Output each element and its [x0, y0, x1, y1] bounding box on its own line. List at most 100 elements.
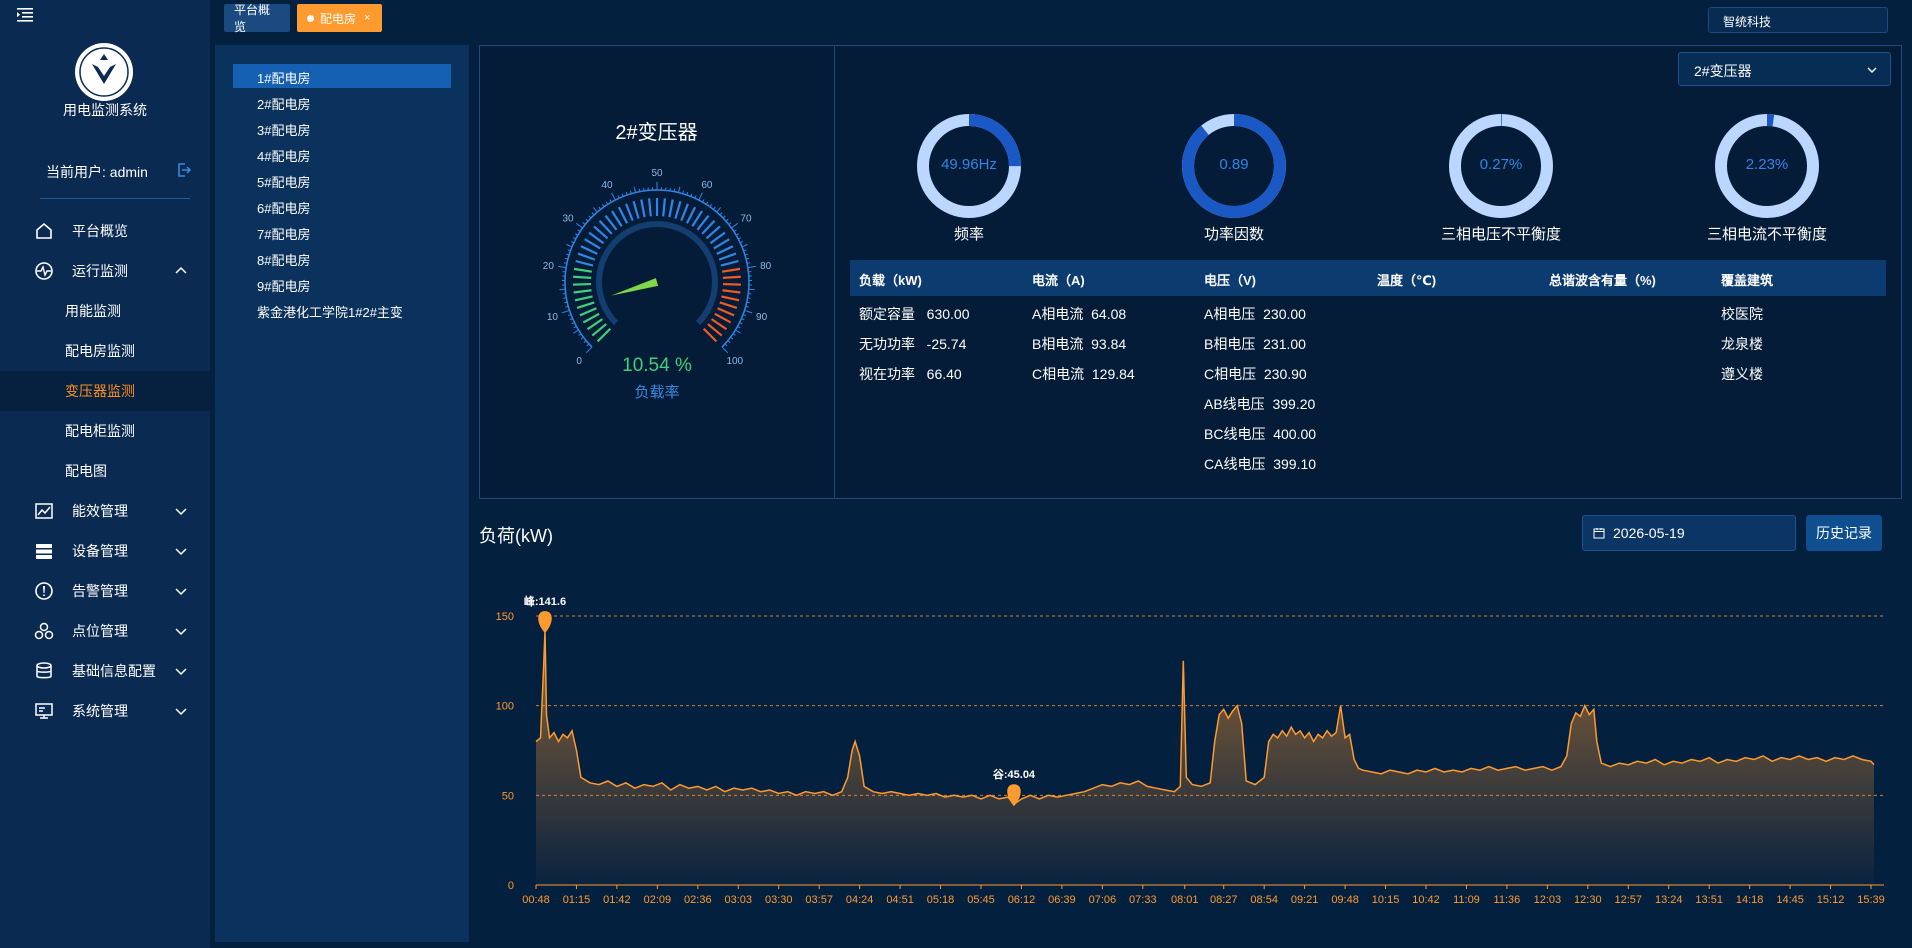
x-tick-label: 12:30 [1574, 894, 1602, 906]
th-temperature: 温度（℃) [1377, 273, 1437, 288]
x-tick-label: 05:45 [967, 894, 995, 906]
submenu-item-diagram[interactable]: 配电图 [0, 451, 210, 491]
gauge-tick [680, 203, 689, 222]
th-voltage: 电压（V) [1204, 273, 1257, 288]
voltage-bc: BC线电压 400.00 [1204, 426, 1317, 442]
gauge-tick [573, 289, 592, 294]
x-tick-label: 13:51 [1695, 894, 1723, 906]
gauge-tick [719, 301, 738, 310]
menu-item-device[interactable]: 设备管理 [0, 531, 210, 571]
date-picker[interactable]: 2026-05-19 [1582, 515, 1796, 551]
gauge-minor-tick [605, 201, 609, 205]
gauge-tick [611, 210, 623, 227]
current-a: A相电流 64.08 [1032, 306, 1127, 322]
gauge-minor-tick [712, 206, 716, 210]
room-item[interactable]: 5#配电房 [233, 168, 451, 192]
frequency-label: 频率 [953, 226, 984, 243]
gauge-minor-tick [733, 229, 737, 232]
submenu-item-energy[interactable]: 用能监测 [0, 291, 210, 331]
x-tick-label: 13:24 [1655, 894, 1683, 906]
voltage-a: A相电压 230.00 [1204, 306, 1306, 322]
history-button[interactable]: 历史记录 [1806, 515, 1882, 551]
gauge-tick-label: 80 [760, 261, 772, 272]
gauge-minor-tick [563, 262, 568, 264]
room-item[interactable]: 7#配电房 [233, 220, 451, 244]
menu-item-alarm[interactable]: 告警管理 [0, 571, 210, 611]
close-icon[interactable]: × [364, 12, 370, 24]
gauge-minor-tick [746, 262, 751, 264]
gauge-minor-tick [585, 346, 593, 354]
voltage-ca: CA线电压 399.10 [1204, 456, 1317, 472]
tab-room[interactable]: 配电房 × [297, 4, 382, 32]
x-tick-label: 15:12 [1817, 894, 1845, 906]
marker-label: 谷:45.04 [993, 767, 1036, 781]
tab-label: 平台概览 [234, 3, 271, 34]
gauge-minor-tick [573, 325, 577, 329]
chevron-up-icon [175, 266, 187, 274]
gauge-minor-tick [580, 336, 584, 340]
gauge-minor-tick [735, 329, 741, 334]
menu-item-monitoring[interactable]: 运行监测 [0, 251, 210, 291]
gauge-minor-tick [732, 333, 736, 336]
system-icon [35, 703, 53, 719]
room-item[interactable]: 紫金港化工学院1#2#主变 [233, 298, 451, 322]
gauge-tick [579, 307, 597, 317]
menu-item-system[interactable]: 系统管理 [0, 691, 210, 731]
gauge-needle [610, 278, 659, 296]
load-chart: 0 50 100 150 00:48 01:15 01:42 02:09 02:36 03:03 0… [496, 594, 1885, 906]
power-factor-label: 功率因数 [1203, 226, 1264, 243]
gauge-tick [573, 275, 592, 279]
room-item[interactable]: 9#配电房 [233, 272, 451, 296]
gauge-minor-tick [572, 237, 576, 240]
gauge-inner-arc [596, 221, 718, 326]
x-tick-label: 10:42 [1412, 894, 1440, 906]
gauge-minor-tick [740, 241, 744, 244]
gauge-minor-tick [563, 297, 567, 299]
menu-item-points[interactable]: 点位管理 [0, 611, 210, 651]
menu-toggle-icon[interactable] [16, 6, 34, 24]
gauge-minor-tick [709, 203, 713, 208]
transformer-select[interactable]: 2#变压器 [1678, 52, 1891, 86]
x-tick-label: 07:33 [1129, 894, 1157, 906]
submenu-item-cabinet[interactable]: 配电柜监测 [0, 411, 210, 451]
x-tick-label: 12:03 [1534, 894, 1562, 906]
gauge-tick [674, 201, 682, 219]
menu-label: 告警管理 [72, 583, 128, 599]
th-harmonics: 总谐波含有量（%) [1549, 273, 1656, 288]
gauge-minor-tick [571, 322, 575, 325]
voltage-ab: AB线电压 399.20 [1204, 396, 1316, 412]
room-item[interactable]: 2#配电房 [233, 90, 451, 114]
room-item[interactable]: 4#配电房 [233, 142, 451, 166]
panel-divider [834, 46, 835, 498]
logout-icon[interactable] [176, 162, 192, 178]
voltage-c: C相电压 230.90 [1204, 366, 1307, 382]
gauge-minor-tick [591, 212, 595, 216]
room-item[interactable]: 3#配电房 [233, 116, 451, 140]
gauge-tick [577, 252, 596, 261]
menu-item-base-config[interactable]: 基础信息配置 [0, 651, 210, 691]
submenu-item-room[interactable]: 配电房监测 [0, 331, 210, 371]
room-item[interactable]: 6#配电房 [233, 194, 451, 218]
chevron-down-icon [175, 588, 187, 596]
gauge-minor-tick [716, 207, 722, 213]
menu-item-overview[interactable]: 平台概览 [0, 211, 210, 251]
gauge-minor-tick [592, 207, 598, 213]
home-icon [36, 222, 52, 239]
gauge-tick [662, 198, 667, 217]
gauge-minor-tick [694, 195, 697, 199]
gauge-minor-tick [746, 301, 750, 304]
gauge-minor-tick [724, 343, 728, 347]
date-value: 2026-05-19 [1613, 525, 1685, 541]
tab-overview[interactable]: 平台概览 [224, 3, 290, 34]
gauge-minor-tick [727, 340, 731, 343]
x-tick-label: 14:45 [1776, 894, 1804, 906]
room-item[interactable]: 8#配电房 [233, 246, 451, 270]
system-title: 用电监测系统 [63, 102, 147, 118]
menu-label: 基础信息配置 [72, 663, 156, 679]
submenu-item-transformer[interactable]: 变压器监测 [0, 371, 210, 411]
database-icon [36, 662, 52, 679]
room-item[interactable]: 1#配电房 [233, 64, 451, 88]
device-icon [36, 544, 52, 559]
menu-item-efficiency[interactable]: 能效管理 [0, 491, 210, 531]
x-tick-label: 09:48 [1331, 894, 1359, 906]
